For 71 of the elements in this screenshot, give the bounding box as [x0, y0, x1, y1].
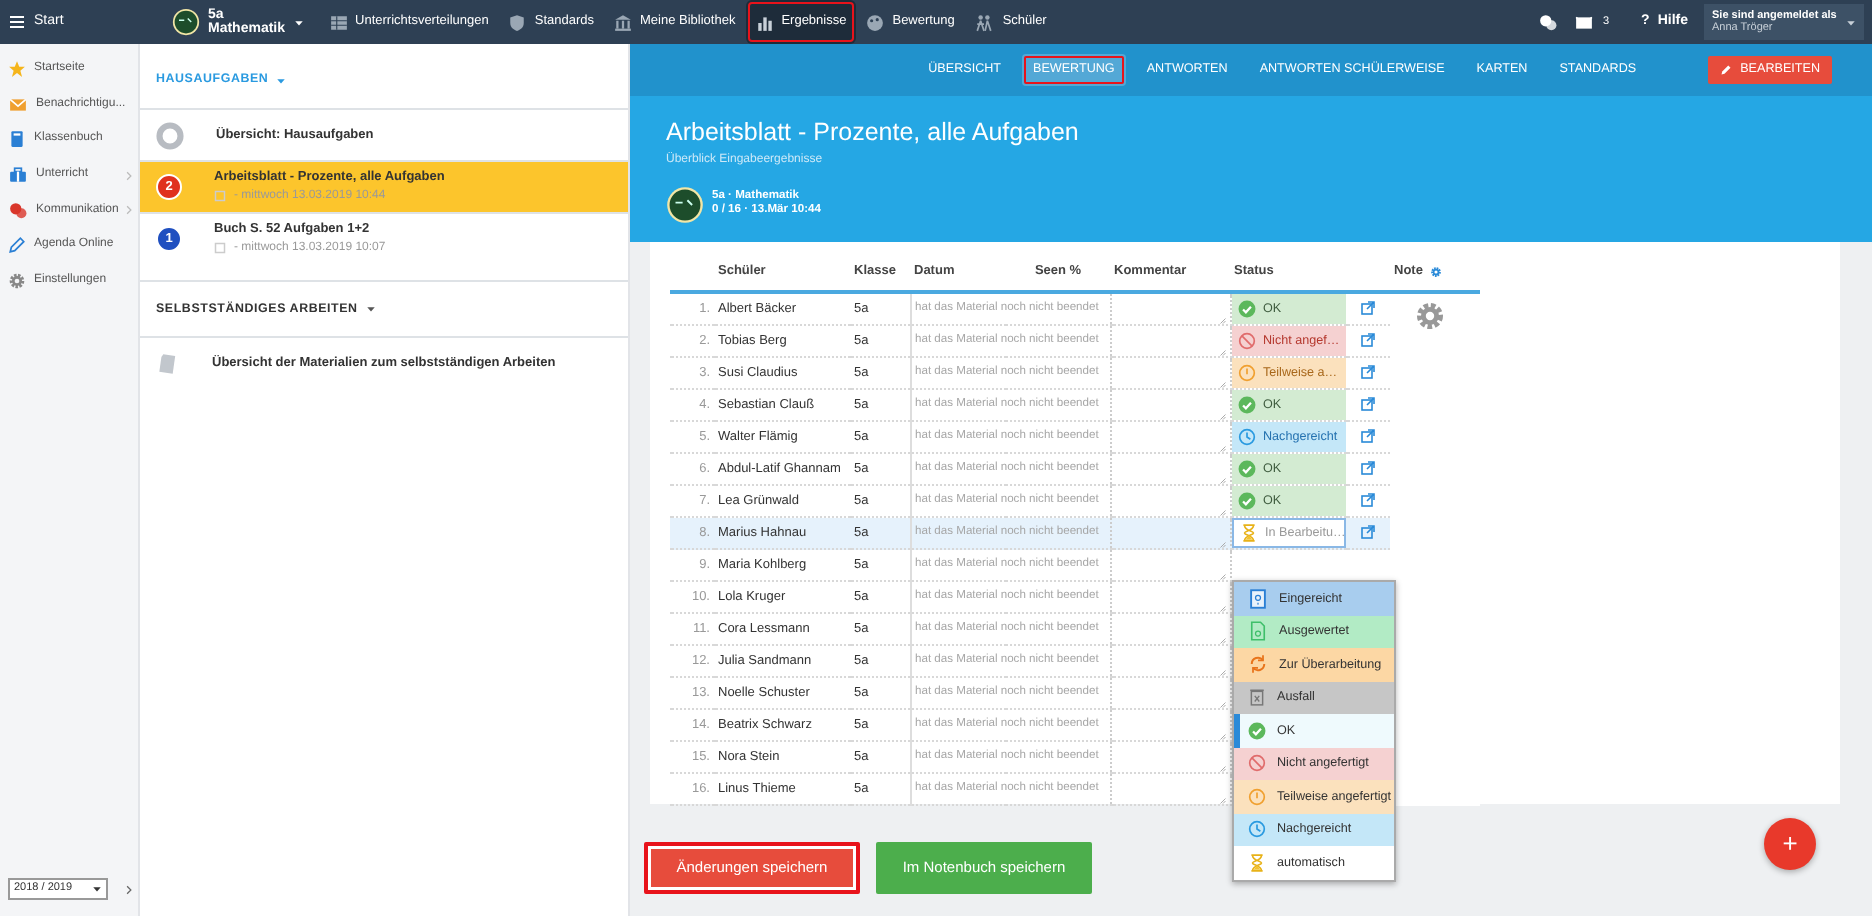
check-circle-icon: [1237, 492, 1255, 510]
clock-icon: [1247, 820, 1265, 839]
resize-grip-icon: [1217, 476, 1225, 484]
bar-chart-icon: [755, 13, 774, 31]
pencil-icon: [1720, 64, 1733, 76]
settings-icon: [1414, 300, 1446, 332]
caret-icon: [276, 75, 287, 85]
table-icon: [329, 13, 348, 31]
external-link-icon[interactable]: [1360, 331, 1376, 348]
resize-grip-icon: [1217, 764, 1225, 772]
book-icon: [8, 130, 26, 149]
trash-icon: [1247, 686, 1265, 709]
external-link-icon[interactable]: [1360, 395, 1376, 412]
resize-grip-icon: [1217, 668, 1225, 676]
envelope-icon: [1574, 13, 1595, 31]
external-link-icon[interactable]: [1360, 363, 1376, 380]
external-link-icon[interactable]: [1360, 459, 1376, 476]
resize-grip-icon: [1217, 348, 1225, 356]
page-title: Arbeitsblatt - Prozente, alle Aufgaben: [666, 116, 1081, 150]
document-icon: [1247, 620, 1267, 643]
library-icon: [614, 13, 632, 31]
external-link-icon[interactable]: [1360, 491, 1376, 508]
resize-grip-icon: [1217, 316, 1225, 324]
course-avatar-icon: [172, 8, 200, 36]
gear-icon: [8, 271, 26, 290]
clock-icon: [1237, 428, 1255, 446]
document-icon: [156, 351, 180, 375]
external-link-icon[interactable]: [1360, 523, 1376, 540]
resize-grip-icon: [1217, 604, 1225, 612]
external-link-icon[interactable]: [1360, 427, 1376, 444]
collapse-icon: [124, 883, 134, 895]
shield-icon: [508, 13, 527, 31]
resize-grip-icon: [1217, 508, 1225, 516]
caret-icon: [293, 17, 304, 27]
resize-grip-icon: [1217, 796, 1225, 804]
add-button[interactable]: +: [1764, 818, 1816, 870]
briefcase-icon: [8, 166, 28, 185]
course-avatar-icon: [666, 185, 704, 224]
pencil-icon: [8, 236, 26, 255]
check-circle-icon: [1247, 721, 1265, 740]
hourglass-icon: [1247, 853, 1265, 872]
star-icon: [8, 60, 26, 79]
hourglass-icon: [1239, 524, 1257, 542]
refresh-icon: [1247, 654, 1267, 675]
document-icon: [1247, 587, 1267, 610]
resize-grip-icon: [1217, 444, 1225, 452]
chat-icon[interactable]: [1538, 13, 1559, 31]
chevron-icon: [124, 169, 134, 182]
resize-grip-icon: [1217, 380, 1225, 388]
prohibited-icon: [1237, 332, 1255, 350]
caret-icon: [365, 304, 376, 314]
chat-icon: [8, 201, 28, 220]
external-link-icon[interactable]: [1360, 299, 1376, 316]
menu-icon: [8, 14, 26, 30]
caret-icon: [1846, 17, 1856, 27]
people-icon: [974, 13, 995, 31]
caret-icon: [92, 884, 102, 894]
chevron-icon: [124, 204, 134, 217]
check-circle-icon: [1237, 300, 1255, 318]
gear-icon: [1430, 266, 1443, 278]
resize-grip-icon: [1217, 572, 1225, 580]
resize-grip-icon: [1217, 540, 1225, 548]
resize-grip-icon: [1217, 636, 1225, 644]
check-circle-icon: [1237, 396, 1255, 414]
prohibited-icon: [1247, 754, 1265, 773]
disc-icon: [156, 121, 184, 149]
check-circle-icon: [1237, 460, 1255, 478]
resize-grip-icon: [1217, 700, 1225, 708]
envelope-icon: [8, 95, 28, 114]
resize-grip-icon: [1217, 412, 1225, 420]
resize-grip-icon: [1217, 732, 1225, 740]
